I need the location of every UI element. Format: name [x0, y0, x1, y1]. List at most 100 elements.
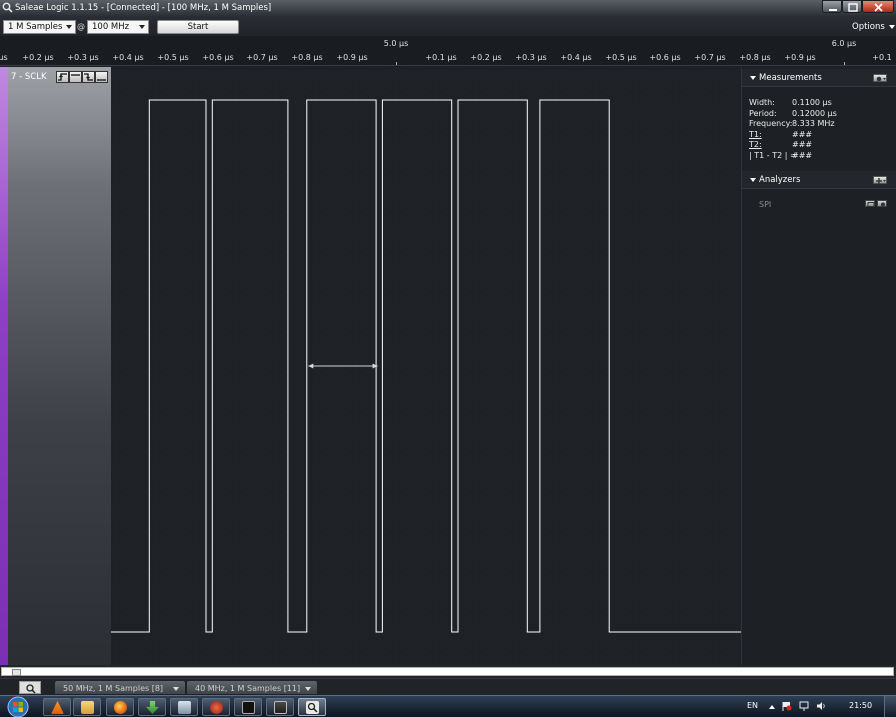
ruler-tick: +0.6 µs: [202, 53, 234, 62]
ruler-tick: +0.9 µs: [336, 53, 368, 62]
ruler-major-label: 6.0 µs: [831, 39, 857, 48]
falling-edge-trigger-button[interactable]: [82, 71, 95, 83]
plus-icon: [876, 178, 886, 184]
language-indicator[interactable]: EN: [747, 701, 758, 710]
ruler-tick: +0.2 µs: [22, 53, 54, 62]
analyzers-title: Analyzers: [759, 175, 801, 185]
measurement-label: Frequency:: [749, 119, 793, 128]
firefox-icon: [114, 701, 127, 714]
ruler-major-mark: [844, 62, 845, 65]
analyzer-settings-button[interactable]: [877, 200, 887, 207]
gear-icon: [876, 76, 886, 82]
high-level-trigger-button[interactable]: [69, 71, 82, 83]
ruler-tick: +0.7 µs: [694, 53, 726, 62]
close-button[interactable]: [862, 0, 894, 13]
options-menu[interactable]: Options: [852, 22, 895, 32]
measurement-marker-arrow: [372, 363, 378, 369]
right-panel: Measurements Width: 0.1100 µs Period: 0.…: [741, 67, 896, 665]
chevron-down-icon: [305, 687, 311, 691]
taskbar-clock[interactable]: 21:50: [849, 701, 872, 710]
table-icon: [867, 202, 875, 207]
timing-marker-t2-label[interactable]: T2:: [749, 140, 762, 149]
measurement-label: | T1 - T2 | =: [749, 151, 797, 160]
measurements-settings-button[interactable]: [873, 74, 887, 82]
measurement-marker-arrow: [308, 363, 314, 369]
waveform-area[interactable]: [111, 67, 741, 665]
toolbar: 1 M Samples @ 100 MHz Start Options: [0, 16, 896, 36]
chevron-down-icon: [66, 25, 72, 29]
measurement-label: Width:: [749, 98, 775, 107]
timing-marker-t1-label[interactable]: T1:: [749, 130, 762, 139]
channel-label: 7 - SCLK: [11, 72, 47, 82]
ruler-tick: +0.9 µs: [784, 53, 816, 62]
ruler-tick: +0.1 µs: [425, 53, 457, 62]
start-button[interactable]: Start: [157, 20, 239, 34]
waveform-display[interactable]: [111, 67, 741, 665]
session-tab-2[interactable]: 40 MHz, 1 M Samples [11]: [186, 680, 318, 695]
action-center-flag-icon[interactable]: [782, 701, 792, 711]
restore-icon: [848, 3, 858, 12]
chevron-down-icon: [173, 687, 179, 691]
ruler-tick: +0.4 µs: [560, 53, 592, 62]
trigger-buttons: [56, 71, 108, 83]
scrollbar-thumb[interactable]: [12, 669, 21, 676]
sample-rate-value: 100 MHz: [92, 22, 130, 32]
download-icon: [146, 701, 159, 714]
show-desktop-button[interactable]: [884, 696, 896, 717]
taskbar-saleae-button[interactable]: [298, 698, 326, 716]
network-icon: [178, 701, 191, 714]
analyzer-item-spi[interactable]: SPI: [759, 200, 771, 209]
ruler-edge-label: µs: [0, 53, 8, 62]
taskbar-console-button[interactable]: [234, 698, 262, 716]
session-tab-1[interactable]: 50 MHz, 1 M Samples [8]: [54, 680, 186, 695]
taskbar-firefox-button[interactable]: [106, 698, 134, 716]
minimize-button[interactable]: [822, 0, 842, 13]
sample-rate-select[interactable]: 100 MHz: [87, 20, 149, 34]
windows-taskbar: EN 21:50: [0, 695, 896, 717]
collapse-triangle-icon: [750, 178, 756, 182]
window-title: Saleae Logic 1.1.15 - [Connected] - [100…: [15, 3, 272, 13]
horizontal-scrollbar[interactable]: [0, 665, 896, 678]
gear-icon: [881, 202, 885, 207]
ruler-tick: +0.5 µs: [157, 53, 189, 62]
session-tab-label: 50 MHz, 1 M Samples [8]: [63, 684, 164, 693]
console-icon: [242, 701, 255, 714]
low-level-trigger-button[interactable]: [95, 71, 108, 83]
restore-button[interactable]: [842, 0, 862, 13]
sample-count-select[interactable]: 1 M Samples: [3, 20, 76, 34]
show-hidden-icons-button[interactable]: [769, 705, 775, 709]
windows-start-button[interactable]: [4, 696, 32, 717]
measurement-value: 8.333 MHz: [792, 119, 835, 128]
rising-edge-icon: [58, 73, 67, 81]
channel-header[interactable]: [8, 67, 111, 665]
time-ruler[interactable]: µs +0.2 µs +0.3 µs +0.4 µs +0.5 µs +0.6 …: [0, 36, 896, 66]
taskbar-oleview-button[interactable]: [266, 698, 294, 716]
session-tab-bar: 50 MHz, 1 M Samples [8] 40 MHz, 1 M Samp…: [0, 678, 896, 695]
ruler-tick: +0.8 µs: [291, 53, 323, 62]
taskbar-vlc-button[interactable]: [43, 698, 71, 716]
analyzers-header[interactable]: Analyzers: [742, 171, 896, 189]
ruler-tick: +0.2 µs: [470, 53, 502, 62]
add-analyzer-button[interactable]: [873, 176, 887, 184]
collapse-triangle-icon: [750, 76, 756, 80]
volume-icon[interactable]: [816, 701, 826, 711]
title-bar: Saleae Logic 1.1.15 - [Connected] - [100…: [0, 0, 896, 16]
taskbar-download-button[interactable]: [138, 698, 166, 716]
measurement-value: ###: [792, 151, 813, 160]
zoom-button[interactable]: [19, 681, 41, 694]
taskbar-network-button[interactable]: [170, 698, 198, 716]
measurements-title: Measurements: [759, 73, 822, 83]
measurements-header[interactable]: Measurements: [742, 69, 896, 87]
ruler-tick: +0.7 µs: [246, 53, 278, 62]
vlc-icon: [51, 701, 64, 714]
width-measurement-marker: [308, 363, 378, 369]
sclk-waveform: [111, 99, 741, 633]
scrollbar-track[interactable]: [1, 667, 894, 676]
analyzer-view-button[interactable]: [865, 200, 875, 207]
network-tray-icon[interactable]: [799, 701, 809, 711]
ruler-tick: +0.5 µs: [605, 53, 637, 62]
taskbar-explorer-button[interactable]: [73, 698, 101, 716]
taskbar-media-button[interactable]: [202, 698, 230, 716]
channel-color-strip: [0, 67, 8, 665]
rising-edge-trigger-button[interactable]: [56, 71, 69, 83]
